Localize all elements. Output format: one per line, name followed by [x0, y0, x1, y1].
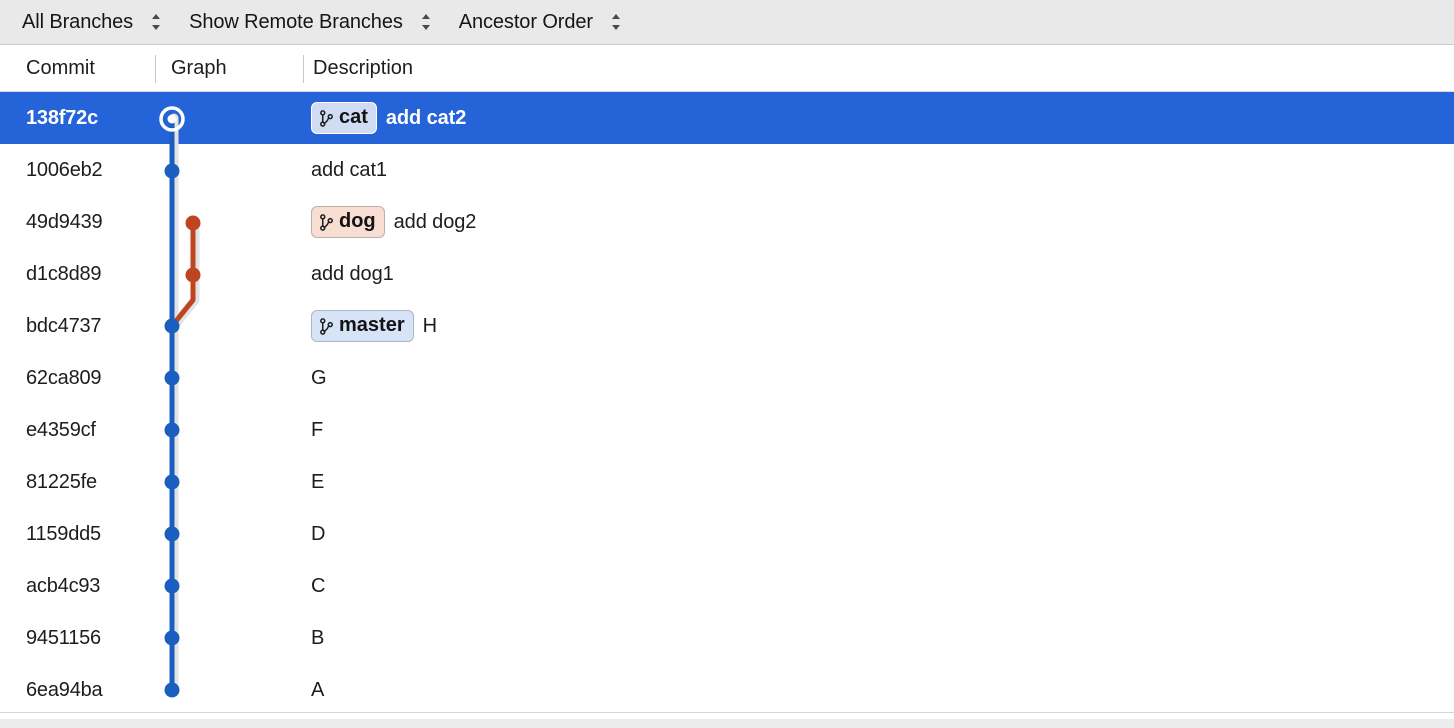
commit-hash: 81225fe — [26, 470, 97, 493]
commit-row[interactable]: 9451156 B — [0, 612, 1454, 664]
chevron-updown-icon — [419, 11, 433, 33]
branch-filter-popup[interactable]: All Branches — [22, 7, 179, 37]
commit-row[interactable]: 81225fe E — [0, 456, 1454, 508]
branch-badge-label: dog — [339, 210, 376, 232]
commit-row[interactable]: e4359cf F — [0, 404, 1454, 456]
commit-row[interactable]: bdc4737 master H — [0, 300, 1454, 352]
commit-message: add cat1 — [311, 158, 387, 181]
commit-row[interactable]: 1159dd5 D — [0, 508, 1454, 560]
column-header-row: Commit Graph Description — [0, 45, 1454, 92]
branch-filter-label: All Branches — [22, 10, 134, 33]
order-label: Ancestor Order — [458, 10, 593, 33]
commit-message: add dog1 — [311, 262, 394, 285]
commit-row[interactable]: 6ea94ba A — [0, 664, 1454, 716]
commit-hash: 6ea94ba — [26, 678, 103, 701]
commit-description-cell: dog add dog2 — [311, 196, 476, 248]
commit-hash: e4359cf — [26, 418, 96, 441]
branch-badge-cat[interactable]: cat — [311, 102, 377, 134]
commit-description-cell: C — [311, 560, 325, 612]
commit-description-cell: D — [311, 508, 325, 560]
commit-message: H — [422, 314, 437, 337]
commit-message: A — [311, 678, 325, 701]
horizontal-scrollbar[interactable] — [0, 712, 1454, 728]
commit-hash: 138f72c — [26, 106, 98, 129]
order-popup[interactable]: Ancestor Order — [459, 7, 639, 37]
column-header-commit[interactable]: Commit — [26, 45, 95, 92]
commit-description-cell: A — [311, 664, 324, 716]
commit-hash: 1159dd5 — [26, 522, 101, 545]
scrollbar-track[interactable] — [0, 719, 1454, 728]
commit-row[interactable]: acb4c93 C — [0, 560, 1454, 612]
commit-hash: d1c8d89 — [26, 262, 102, 285]
branch-badge-master[interactable]: master — [311, 310, 414, 342]
commit-description-cell: B — [311, 612, 324, 664]
commit-description-cell: E — [311, 456, 324, 508]
commit-hash: 49d9439 — [26, 210, 103, 233]
column-header-description[interactable]: Description — [313, 45, 413, 92]
commit-message: B — [311, 626, 325, 649]
commit-description-cell: F — [311, 404, 323, 456]
git-graph-window: All Branches Show Remote Branches Ancest… — [0, 0, 1454, 728]
branch-icon — [319, 213, 334, 232]
commit-description-cell: add cat1 — [311, 144, 387, 196]
chevron-updown-icon — [149, 11, 163, 33]
branch-badge-label: master — [339, 314, 405, 336]
commit-hash: 1006eb2 — [26, 158, 103, 181]
filter-toolbar: All Branches Show Remote Branches Ancest… — [0, 0, 1454, 45]
remote-branches-label: Show Remote Branches — [189, 10, 403, 33]
commit-row[interactable]: d1c8d89 add dog1 — [0, 248, 1454, 300]
commit-message: add dog2 — [393, 210, 477, 233]
commit-message: G — [311, 366, 327, 389]
commit-hash: acb4c93 — [26, 574, 101, 597]
commit-message: D — [311, 522, 326, 545]
chevron-updown-icon — [609, 11, 623, 33]
remote-branches-popup[interactable]: Show Remote Branches — [189, 7, 449, 37]
branch-badge-label: cat — [339, 106, 368, 128]
commit-rows: 138f72c cat add cat2 1006eb2 add cat1 49d9439… — [0, 92, 1454, 716]
commit-hash: 9451156 — [26, 626, 101, 649]
branch-icon — [319, 109, 334, 128]
commit-message: add cat2 — [385, 106, 467, 129]
commit-row[interactable]: 1006eb2 add cat1 — [0, 144, 1454, 196]
commit-row-selected[interactable]: 138f72c cat add cat2 — [0, 92, 1454, 144]
column-divider[interactable] — [303, 55, 304, 83]
commit-description-cell: G — [311, 352, 327, 404]
commit-message: F — [311, 418, 324, 441]
commit-row[interactable]: 62ca809 G — [0, 352, 1454, 404]
commit-message: C — [311, 574, 326, 597]
column-header-graph[interactable]: Graph — [171, 45, 227, 92]
branch-badge-dog[interactable]: dog — [311, 206, 385, 238]
commit-row[interactable]: 49d9439 dog add dog2 — [0, 196, 1454, 248]
branch-icon — [319, 317, 334, 336]
commit-message: E — [311, 470, 325, 493]
commit-description-cell: add dog1 — [311, 248, 394, 300]
commit-hash: bdc4737 — [26, 314, 102, 337]
commit-description-cell: master H — [311, 300, 437, 352]
commit-list[interactable]: 138f72c cat add cat2 1006eb2 add cat1 49d9439… — [0, 92, 1454, 728]
commit-hash: 62ca809 — [26, 366, 102, 389]
column-divider[interactable] — [155, 55, 156, 83]
commit-description-cell: cat add cat2 — [311, 92, 466, 144]
